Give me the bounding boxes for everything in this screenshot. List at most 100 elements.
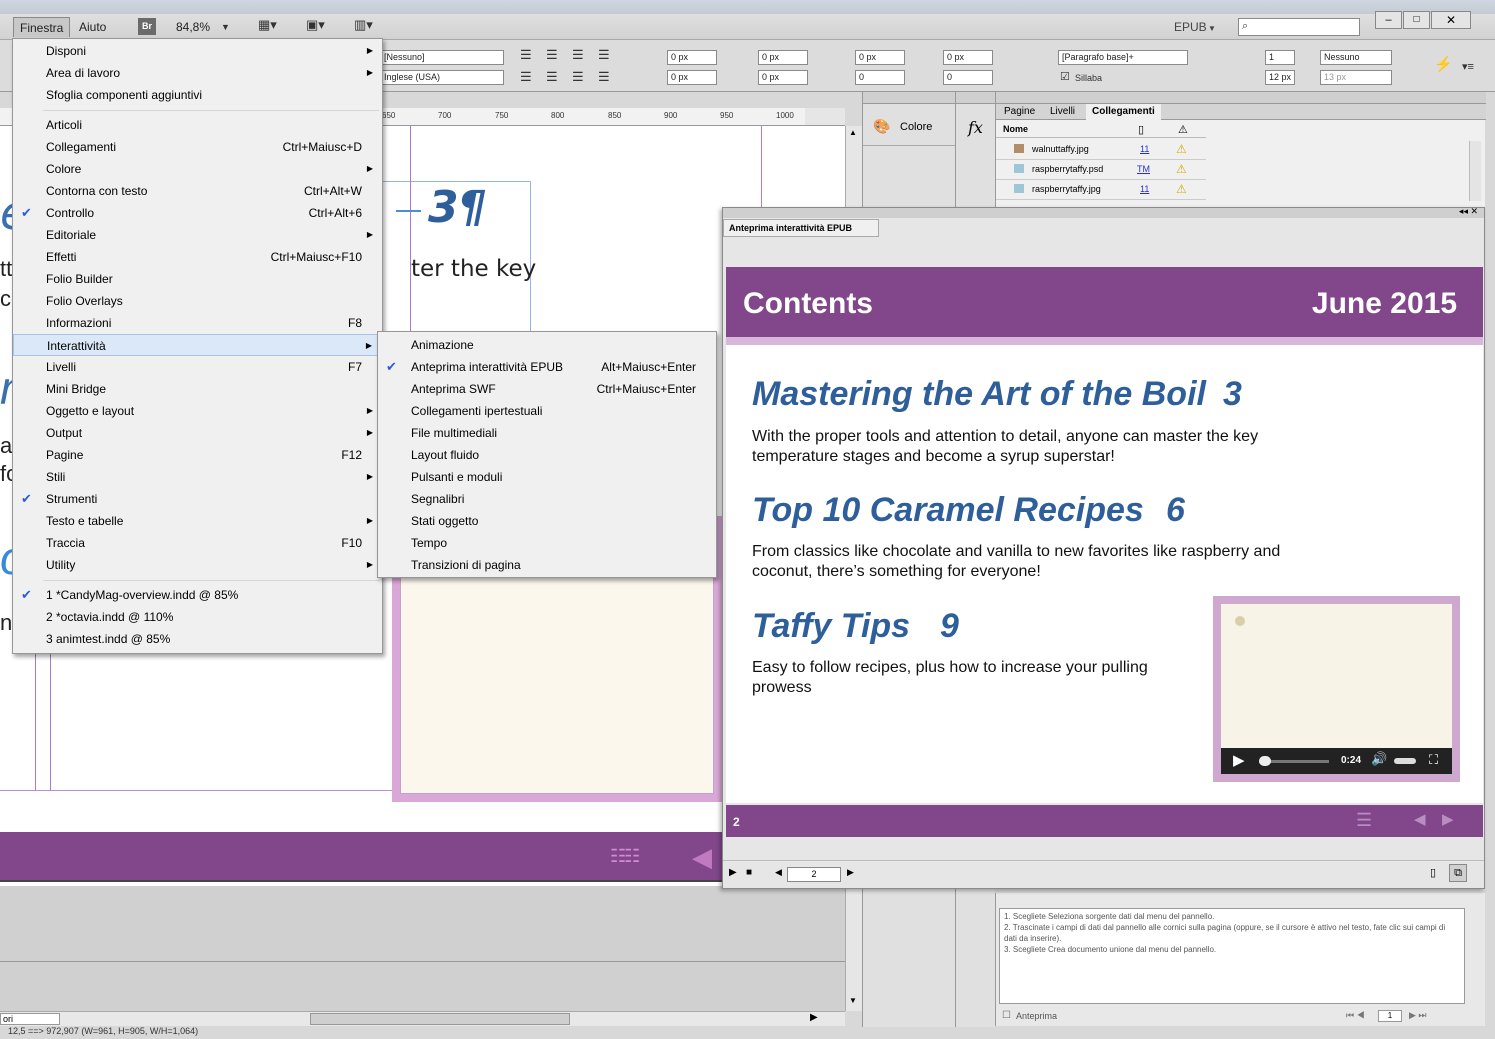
- tab-pagine[interactable]: Pagine: [1004, 106, 1035, 117]
- align-left-icon[interactable]: ☰: [520, 48, 532, 62]
- tab-collegamenti[interactable]: Collegamenti: [1086, 104, 1161, 120]
- menu-item-effetti[interactable]: Effetti Ctrl+Maiusc+F10: [13, 246, 382, 268]
- volume-icon[interactable]: 🔊: [1371, 751, 1387, 767]
- submenu-item-transizioni-di-pagina[interactable]: Transizioni di pagina: [378, 554, 716, 576]
- menu-item-utility[interactable]: Utility ▶: [13, 554, 382, 576]
- menu-item-folio-overlays[interactable]: Folio Overlays: [13, 290, 382, 312]
- space-after-field[interactable]: 0 px: [943, 50, 993, 65]
- submenu-item-collegamenti-ipertestuali[interactable]: Collegamenti ipertestuali: [378, 400, 716, 422]
- article-title[interactable]: Mastering the Art of the Boil: [752, 375, 1206, 414]
- scroll-down-icon[interactable]: ▼: [849, 996, 857, 1005]
- bridge-button[interactable]: Br: [138, 18, 156, 35]
- submenu-item-pulsanti-e-moduli[interactable]: Pulsanti e moduli: [378, 466, 716, 488]
- article-title[interactable]: Taffy Tips: [752, 607, 910, 646]
- language-select[interactable]: Inglese (USA): [380, 70, 504, 85]
- justify-all-icon[interactable]: ☰: [598, 70, 610, 84]
- menu-item-area-di-lavoro[interactable]: Area di lavoro ▶: [13, 62, 382, 84]
- menu-item-informazioni[interactable]: Informazioni F8: [13, 312, 382, 334]
- link-row[interactable]: walnuttaffy.jpg 11 ⚠: [996, 141, 1206, 160]
- prev-page-icon[interactable]: ◀: [692, 842, 712, 873]
- align-right-icon[interactable]: ☰: [572, 48, 584, 62]
- view-field[interactable]: ori: [0, 1013, 60, 1025]
- close-button[interactable]: ✕: [1431, 11, 1471, 29]
- menu-item-mini-bridge[interactable]: Mini Bridge: [13, 378, 382, 400]
- link-row[interactable]: raspberrytaffy.psd TM ⚠: [996, 161, 1206, 180]
- lightning-icon[interactable]: ⚡: [1434, 57, 1453, 72]
- align-center-icon[interactable]: ☰: [546, 48, 558, 62]
- workspace-switcher[interactable]: EPUB: [1168, 17, 1213, 37]
- fx-icon[interactable]: fx: [968, 118, 983, 137]
- menu-aiuto[interactable]: Aiuto: [73, 17, 112, 37]
- menu-item-sfoglia-componenti[interactable]: Sfoglia componenti aggiuntivi: [13, 84, 382, 106]
- restore-button[interactable]: □: [1403, 11, 1430, 29]
- drop-cap-lines-field[interactable]: 0: [855, 70, 905, 85]
- justify-left-icon[interactable]: ☰: [520, 70, 532, 84]
- anteprima-checkbox[interactable]: ☐: [1002, 1010, 1011, 1021]
- indent-last-field[interactable]: 0 px: [758, 70, 808, 85]
- menu-item-livelli[interactable]: Livelli F7: [13, 356, 382, 378]
- space-before-field[interactable]: 0 px: [855, 50, 905, 65]
- link-page[interactable]: 11: [1140, 144, 1149, 154]
- drop-cap-chars-field[interactable]: 0: [943, 70, 993, 85]
- record-nav-next-icon[interactable]: ▶ ⏭: [1409, 1010, 1427, 1021]
- fullscreen-icon[interactable]: ⛶: [1429, 752, 1438, 768]
- columns-field[interactable]: 1: [1265, 50, 1295, 65]
- menu-item-testo-e-tabelle[interactable]: Testo e tabelle ▶: [13, 510, 382, 532]
- toc-list-icon[interactable]: ☰: [1356, 810, 1372, 831]
- gutter-field[interactable]: 12 px: [1265, 70, 1295, 85]
- menu-item-strumenti[interactable]: ✔ Strumenti: [13, 488, 382, 510]
- prev-spread-icon[interactable]: ◀: [775, 867, 782, 878]
- minimize-button[interactable]: –: [1375, 11, 1402, 29]
- submenu-item-segnalibri[interactable]: Segnalibri: [378, 488, 716, 510]
- submenu-item-animazione[interactable]: Animazione: [378, 334, 716, 356]
- video-progress-knob[interactable]: [1259, 756, 1271, 766]
- menu-item-pagine[interactable]: Pagine F12: [13, 444, 382, 466]
- record-field[interactable]: 1: [1378, 1010, 1402, 1022]
- baseline-field[interactable]: 13 px: [1320, 70, 1392, 85]
- menu-item-output[interactable]: Output ▶: [13, 422, 382, 444]
- stop-preview-icon[interactable]: ■: [746, 867, 752, 878]
- preview-document-icon[interactable]: ⧉: [1449, 864, 1467, 882]
- paragraph-style-select[interactable]: [Paragrafo base]+: [1058, 50, 1188, 65]
- workspace-dropdown-icon[interactable]: ▼: [1208, 22, 1216, 36]
- menu-item-controllo[interactable]: ✔ Controllo Ctrl+Alt+6: [13, 202, 382, 224]
- justify-center-icon[interactable]: ☰: [546, 70, 558, 84]
- scroll-right-icon[interactable]: ▶: [810, 1012, 818, 1023]
- menu-item-contorna-con-testo[interactable]: Contorna con testo Ctrl+Alt+W: [13, 180, 382, 202]
- toc-list-icon[interactable]: ☷☷: [610, 846, 640, 867]
- collapse-icon[interactable]: ◂◂ ✕: [1459, 206, 1478, 217]
- menu-item-interattivita[interactable]: Interattività ▶: [13, 334, 382, 356]
- links-scrollbar[interactable]: [1469, 141, 1481, 201]
- horizontal-scrollbar[interactable]: ori ▶: [0, 1011, 845, 1026]
- view-options-icon[interactable]: ▦▾: [258, 18, 277, 32]
- panel-menu-icon[interactable]: ▾≡: [1462, 60, 1474, 74]
- page-number-field[interactable]: 2: [787, 867, 841, 882]
- colore-panel-button[interactable]: 🎨 Colore: [863, 106, 956, 146]
- tab-livelli[interactable]: Livelli: [1050, 106, 1075, 117]
- menu-item-traccia[interactable]: Traccia F10: [13, 532, 382, 554]
- link-row[interactable]: raspberrytaffy.jpg 11 ⚠: [996, 181, 1206, 200]
- link-page[interactable]: 11: [1140, 184, 1149, 194]
- menu-item-document-3[interactable]: 3 animtest.indd @ 85%: [13, 628, 382, 650]
- indent-right-field[interactable]: 0 px: [758, 50, 808, 65]
- justify-right-icon[interactable]: ☰: [572, 70, 584, 84]
- indent-left-field[interactable]: 0 px: [667, 50, 717, 65]
- play-preview-icon[interactable]: ▶: [729, 867, 737, 878]
- zoom-level[interactable]: 84,8%: [170, 17, 216, 37]
- menu-item-collegamenti[interactable]: Collegamenti Ctrl+Maiusc+D: [13, 136, 382, 158]
- next-spread-icon[interactable]: ▶: [847, 867, 854, 878]
- article-title[interactable]: Top 10 Caramel Recipes: [752, 491, 1144, 530]
- video-frame[interactable]: ▶ 0:24 🔊 ⛶: [1213, 596, 1460, 782]
- char-style-select[interactable]: [Nessuno]: [380, 50, 504, 65]
- menu-finestra[interactable]: Finestra: [13, 17, 71, 37]
- menu-item-colore[interactable]: Colore ▶: [13, 158, 382, 180]
- menu-item-editoriale[interactable]: Editoriale ▶: [13, 224, 382, 246]
- link-page[interactable]: TM: [1137, 164, 1150, 174]
- submenu-item-file-multimediali[interactable]: File multimediali: [378, 422, 716, 444]
- submenu-item-anteprima-epub[interactable]: ✔ Anteprima interattività EPUB Alt+Maiusc+…: [378, 356, 716, 378]
- indent-first-field[interactable]: 0 px: [667, 70, 717, 85]
- next-page-icon[interactable]: ▶: [1442, 810, 1454, 828]
- scroll-thumb[interactable]: [310, 1013, 570, 1025]
- menu-item-stili[interactable]: Stili ▶: [13, 466, 382, 488]
- submenu-item-layout-fluido[interactable]: Layout fluido: [378, 444, 716, 466]
